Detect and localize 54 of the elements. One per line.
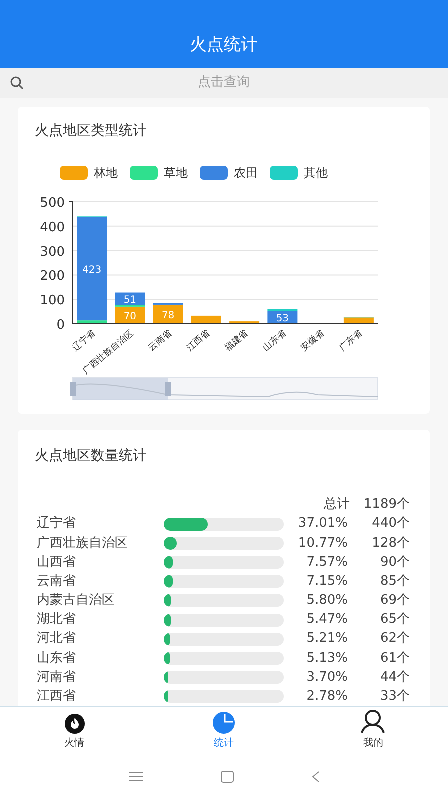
percent-value: 7.15% [306, 572, 348, 591]
region-name: 河南省 [36, 668, 77, 687]
axis-tick-label: 300 [40, 244, 65, 260]
percent-value: 37.01% [297, 515, 348, 534]
bar-value-label: 53 [276, 314, 290, 325]
percent-value: 5.13% [306, 650, 348, 668]
axis-tick-label: 400 [40, 220, 65, 236]
bar-value-label: 70 [124, 311, 137, 322]
count-value: 440个 [371, 515, 410, 534]
region-name: 广西壮族自治区 [36, 534, 129, 553]
axis-category-label: 安徽省 [300, 328, 327, 354]
percent-value: 5.47% [306, 611, 348, 630]
bar-value-label: 423 [82, 264, 102, 276]
region-name: 江西省 [36, 688, 77, 706]
axis-category-label: 福建省 [223, 328, 250, 354]
count-value: 44个 [379, 668, 410, 687]
count-value: 62个 [379, 630, 410, 648]
total-label: 总计 [324, 496, 350, 514]
region-name: 辽宁省 [36, 515, 77, 534]
count-value: 128个 [371, 534, 410, 553]
card-title: 火点地区数量统计 [34, 447, 148, 466]
page-title: 火点统计 [190, 34, 258, 56]
bar-value-label: 78 [162, 310, 175, 322]
axis-category-label: 江西省 [185, 328, 212, 354]
card-title: 火点地区类型统计 [34, 122, 148, 141]
axis-tick-label: 500 [40, 196, 65, 211]
percent-value: 5.80% [306, 592, 348, 610]
count-value: 65个 [379, 611, 410, 630]
count-value: 33个 [379, 688, 410, 706]
axis-tick-label: 200 [40, 269, 65, 284]
percent-value: 7.57% [306, 554, 348, 572]
count-value: 61个 [379, 650, 410, 668]
region-name: 云南省 [36, 572, 77, 591]
total-value: 1189个 [362, 496, 410, 514]
axis-category-label: 辽宁省 [70, 328, 98, 354]
percent-value: 5.21% [306, 630, 348, 648]
bar-value-label: 51 [124, 295, 137, 306]
axis-category-label: 山东省 [262, 328, 289, 354]
count-value: 90个 [379, 554, 410, 572]
axis-category-label: 广东省 [338, 328, 365, 354]
region-name: 山东省 [36, 650, 77, 668]
count-value: 85个 [379, 572, 410, 591]
percent-value: 2.78% [306, 688, 348, 706]
axis-category-label: 云南省 [147, 328, 174, 354]
search-input: 点击查询 [40, 73, 408, 93]
axis-tick-label: 100 [40, 294, 65, 309]
axis-tick-label: 0 [56, 318, 65, 333]
region-name: 湖北省 [36, 611, 77, 630]
count-value: 69个 [379, 592, 410, 610]
percent-value: 3.70% [306, 668, 348, 687]
region-name: 河北省 [36, 630, 77, 648]
region-name: 山西省 [36, 554, 77, 572]
region-name: 内蒙古自治区 [36, 592, 116, 610]
percent-value: 10.77% [297, 534, 348, 553]
